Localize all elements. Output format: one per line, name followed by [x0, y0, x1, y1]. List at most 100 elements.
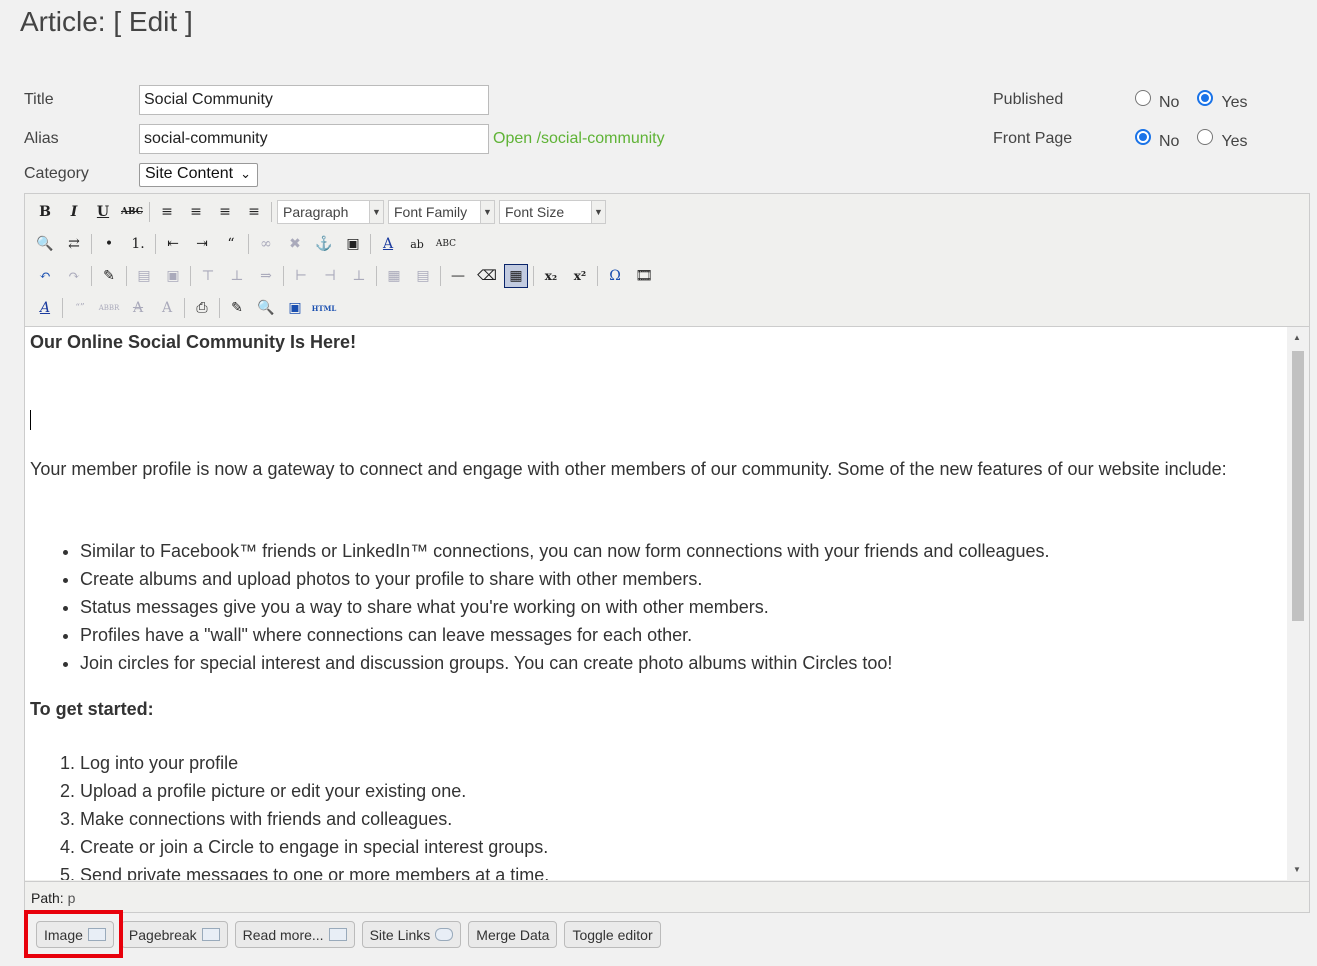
del-icon[interactable]: A — [126, 296, 150, 320]
html-source-icon[interactable]: HTML — [312, 296, 337, 320]
site-links-button[interactable]: Site Links — [361, 921, 462, 948]
horizontal-rule-icon[interactable]: — — [446, 264, 470, 288]
unlink-icon[interactable]: ✖ — [283, 232, 307, 256]
align-center-icon[interactable]: ≡ — [184, 200, 208, 224]
published-no-radio[interactable] — [1135, 90, 1151, 106]
special-char-icon[interactable]: Ω — [603, 264, 627, 288]
spellcheck-icon[interactable]: ABC — [434, 232, 458, 256]
site-links-button-label: Site Links — [369, 926, 431, 943]
category-select[interactable]: Site Content ⌄ — [139, 163, 258, 187]
col-before-icon[interactable]: ⊢ — [289, 264, 313, 288]
row-before-icon[interactable]: ⊤ — [196, 264, 220, 288]
edit-source-icon[interactable]: ✎ — [97, 264, 121, 288]
row-after-icon[interactable]: ⊥ — [225, 264, 249, 288]
find-icon[interactable]: 🔍 — [33, 232, 57, 256]
cite-icon[interactable]: “” — [68, 296, 92, 320]
cleanup-icon[interactable]: ✎ — [225, 296, 249, 320]
editor-content[interactable]: Our Online Social Community Is Here! You… — [25, 327, 1309, 880]
steps-list: Log into your profile Upload a profile p… — [25, 749, 549, 880]
published-yes-radio[interactable] — [1197, 90, 1214, 106]
strikethrough-icon[interactable]: ABC — [120, 200, 144, 224]
numbered-list-icon[interactable]: 1. — [126, 232, 150, 256]
toolbar-separator — [597, 266, 598, 286]
align-left-icon[interactable]: ≡ — [155, 200, 179, 224]
print-icon[interactable]: ⎙ — [190, 296, 214, 320]
redo-icon[interactable]: ↷ — [62, 264, 86, 288]
abbr-icon[interactable]: ABBR — [97, 296, 121, 320]
remove-format-icon[interactable]: ⌫ — [475, 264, 499, 288]
toolbar-separator — [440, 266, 441, 286]
path-label: Path: — [31, 890, 64, 906]
split-cells-icon[interactable]: ▦ — [382, 264, 406, 288]
italic-icon[interactable]: I — [62, 200, 86, 224]
toolbar-separator — [184, 298, 185, 318]
delete-row-icon[interactable]: ⇒ — [254, 264, 278, 288]
text-color-icon[interactable]: A — [376, 232, 400, 256]
bold-icon[interactable]: B — [33, 200, 57, 224]
ins-icon[interactable]: A — [155, 296, 179, 320]
fullscreen-icon[interactable]: ▣ — [283, 296, 307, 320]
outdent-icon[interactable]: ⇤ — [161, 232, 185, 256]
content-scrollbar[interactable]: ▲ ▼ — [1287, 327, 1309, 880]
page-title: Article: [ Edit ] — [20, 6, 193, 37]
indent-icon[interactable]: ⇥ — [190, 232, 214, 256]
alias-input[interactable] — [139, 124, 489, 154]
subscript-icon[interactable]: x₂ — [539, 264, 563, 288]
scroll-down-icon[interactable]: ▼ — [1293, 865, 1301, 874]
superscript-icon[interactable]: x² — [568, 264, 592, 288]
paragraph-format-select[interactable]: Paragraph ▼ — [277, 200, 384, 224]
editor-toolbar: B I U ABC ≡ ≡ ≡ ≡ Paragraph ▼ Font Famil… — [25, 194, 1309, 327]
image-button[interactable]: Image — [36, 921, 114, 948]
visual-aid-icon[interactable]: ▦ — [504, 264, 528, 288]
title-input[interactable] — [139, 85, 489, 115]
scroll-up-icon[interactable]: ▲ — [1293, 333, 1301, 342]
align-right-icon[interactable]: ≡ — [213, 200, 237, 224]
read-more-button-label: Read more... — [242, 926, 324, 943]
undo-icon[interactable]: ↶ — [33, 264, 57, 288]
image-insert-icon[interactable]: ▣ — [341, 232, 365, 256]
path-value[interactable]: p — [68, 890, 76, 906]
toolbar-separator — [126, 266, 127, 286]
table-row-props-icon[interactable]: ▤ — [132, 264, 156, 288]
table-cell-props-icon[interactable]: ▣ — [161, 264, 185, 288]
underline-icon[interactable]: U — [91, 200, 115, 224]
toolbar-separator — [91, 234, 92, 254]
scrollbar-thumb[interactable] — [1292, 351, 1304, 621]
read-more-button[interactable]: Read more... — [234, 921, 355, 948]
alias-open-link[interactable]: Open /social-community — [493, 130, 665, 148]
media-icon[interactable]: 🎞 — [632, 264, 656, 288]
list-item: Create albums and upload photos to your … — [80, 565, 1050, 593]
toolbar-separator — [283, 266, 284, 286]
col-after-icon[interactable]: ⊣ — [318, 264, 342, 288]
blockquote-icon[interactable]: “ — [219, 232, 243, 256]
bullet-list-icon[interactable]: • — [97, 232, 121, 256]
styles-icon[interactable]: A — [33, 296, 57, 320]
chevron-down-icon: ▼ — [480, 201, 494, 223]
replace-icon[interactable]: ⇄ — [62, 232, 86, 256]
anchor-icon[interactable]: ⚓ — [312, 232, 336, 256]
merge-data-button[interactable]: Merge Data — [468, 921, 558, 948]
toolbar-separator — [533, 266, 534, 286]
link-icon[interactable]: ∞ — [254, 232, 278, 256]
image-button-label: Image — [44, 926, 83, 943]
front-page-no-label: No — [1159, 133, 1180, 150]
list-item: Log into your profile — [80, 749, 549, 777]
image-icon — [87, 928, 106, 941]
align-justify-icon[interactable]: ≡ — [242, 200, 266, 224]
toolbar-row-1: B I U ABC ≡ ≡ ≡ ≡ Paragraph ▼ Font Famil… — [33, 198, 610, 226]
font-size-select[interactable]: Font Size ▼ — [499, 200, 606, 224]
toolbar-separator — [219, 298, 220, 318]
front-page-no-radio[interactable] — [1135, 129, 1151, 145]
get-started-heading: To get started: — [30, 699, 154, 719]
delete-col-icon[interactable]: ⊥ — [347, 264, 371, 288]
list-item: Upload a profile picture or edit your ex… — [80, 777, 549, 805]
front-page-yes-label: Yes — [1221, 133, 1248, 150]
highlight-color-icon[interactable]: ab — [405, 232, 429, 256]
toggle-editor-button[interactable]: Toggle editor — [564, 921, 661, 948]
pagebreak-button[interactable]: Pagebreak — [120, 921, 228, 948]
merge-cells-icon[interactable]: ▤ — [411, 264, 435, 288]
preview-icon[interactable]: 🔍 — [254, 296, 278, 320]
front-page-yes-radio[interactable] — [1197, 129, 1214, 145]
font-family-select[interactable]: Font Family ▼ — [388, 200, 495, 224]
title-label: Title — [24, 91, 54, 108]
